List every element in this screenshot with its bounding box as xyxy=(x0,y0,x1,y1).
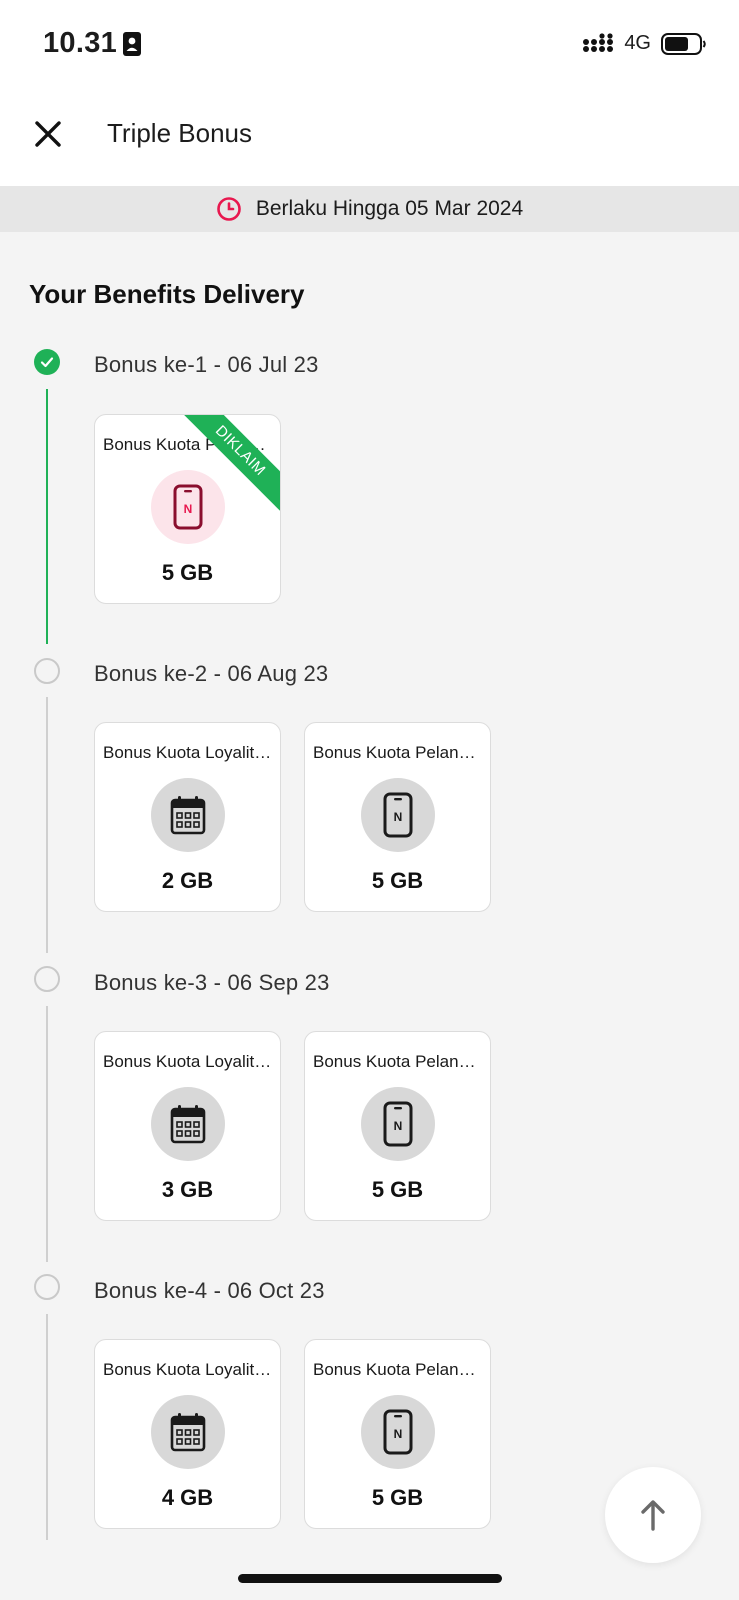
svg-text:N: N xyxy=(394,1427,403,1441)
benefit-amount: 5 GB xyxy=(161,560,214,585)
benefit-icon-circle xyxy=(151,1395,225,1469)
signal-icon xyxy=(583,32,614,52)
stage-1-label: Bonus ke-1 - 06 Jul 23 xyxy=(94,352,319,377)
status-indicators: 4G xyxy=(582,32,707,55)
stage-2-label: Bonus ke-2 - 06 Aug 23 xyxy=(94,661,329,686)
app-header: Triple Bonus xyxy=(0,86,739,186)
benefit-name: Bonus Kuota Loyalitas xyxy=(103,1360,272,1379)
benefit-name: Bonus Kuota Loyalitas xyxy=(103,1052,272,1071)
svg-text:N: N xyxy=(394,810,403,824)
stage-3-status-dot xyxy=(34,966,60,992)
validity-bar: Berlaku Hingga 05 Mar 2024 xyxy=(0,186,739,232)
benefit-name: Bonus Kuota Pelanggan xyxy=(313,743,482,762)
phone-icon: N xyxy=(383,792,413,838)
benefit-amount: 5 GB xyxy=(371,1177,424,1202)
time-text: 10.31 xyxy=(43,27,118,59)
benefit-name: Bonus Kuota Pelanggan xyxy=(313,1052,482,1071)
close-button[interactable] xyxy=(28,114,68,154)
benefit-amount: 5 GB xyxy=(371,1485,424,1510)
home-indicator[interactable] xyxy=(238,1574,502,1583)
check-icon xyxy=(40,357,54,368)
benefit-amount: 5 GB xyxy=(371,868,424,893)
benefit-card[interactable]: Bonus Kuota Loyalitas 4 GB xyxy=(94,1339,281,1529)
benefit-icon-circle: N xyxy=(361,1087,435,1161)
benefit-icon-circle: N xyxy=(361,1395,435,1469)
benefit-icon-circle xyxy=(151,1087,225,1161)
benefit-card[interactable]: Bonus Kuota Pelanggan N 5 GB xyxy=(304,1339,491,1529)
benefit-icon-circle: N xyxy=(151,470,225,544)
stage-1-status-dot xyxy=(34,349,60,375)
arrow-up-icon xyxy=(641,1500,665,1531)
stage-4-status-dot xyxy=(34,1274,60,1300)
benefit-name: Bonus Kuota Loyalitas xyxy=(103,743,272,762)
stage-4-label: Bonus ke-4 - 06 Oct 23 xyxy=(94,1278,325,1303)
phone-icon: N xyxy=(383,1101,413,1147)
benefit-card[interactable]: Bonus Kuota Pelanggan N 5 GB DIKLAIM xyxy=(94,414,281,604)
stage-3-label: Bonus ke-3 - 06 Sep 23 xyxy=(94,970,330,995)
benefit-name: Bonus Kuota Pelanggan xyxy=(313,1360,482,1379)
benefit-icon-circle xyxy=(151,778,225,852)
benefit-card[interactable]: Bonus Kuota Loyalitas 3 GB xyxy=(94,1031,281,1221)
section-title: Your Benefits Delivery xyxy=(29,279,305,309)
clock-icon xyxy=(217,197,241,221)
status-bar: 10.31 4G xyxy=(0,0,739,86)
stage-3-line xyxy=(46,1006,48,1262)
svg-text:N: N xyxy=(184,502,193,516)
close-icon xyxy=(35,121,61,147)
calendar-icon xyxy=(170,1105,206,1144)
phone-icon: N xyxy=(383,1409,413,1455)
battery-icon xyxy=(661,32,706,55)
benefit-card[interactable]: Bonus Kuota Pelanggan N 5 GB xyxy=(304,722,491,912)
calendar-icon xyxy=(170,796,206,835)
stage-2-line xyxy=(46,697,48,953)
phone-icon: N xyxy=(173,484,203,530)
svg-text:N: N xyxy=(394,1119,403,1133)
id-badge-icon xyxy=(123,31,142,56)
network-label: 4G xyxy=(624,32,651,54)
benefit-amount: 2 GB xyxy=(161,868,214,893)
benefit-card[interactable]: Bonus Kuota Loyalitas 2 GB xyxy=(94,722,281,912)
stage-1-line xyxy=(46,389,48,644)
benefit-icon-circle: N xyxy=(361,778,435,852)
calendar-icon xyxy=(170,1413,206,1452)
benefit-card[interactable]: Bonus Kuota Pelanggan N 5 GB xyxy=(304,1031,491,1221)
validity-text: Berlaku Hingga 05 Mar 2024 xyxy=(255,197,524,220)
stage-2-status-dot xyxy=(34,658,60,684)
stage-4-line xyxy=(46,1314,48,1540)
benefit-amount: 4 GB xyxy=(161,1485,214,1510)
scroll-to-top-button[interactable] xyxy=(605,1467,701,1563)
status-time: 10.31 xyxy=(43,27,142,60)
benefit-amount: 3 GB xyxy=(161,1177,214,1202)
page-title: Triple Bonus xyxy=(107,118,252,148)
